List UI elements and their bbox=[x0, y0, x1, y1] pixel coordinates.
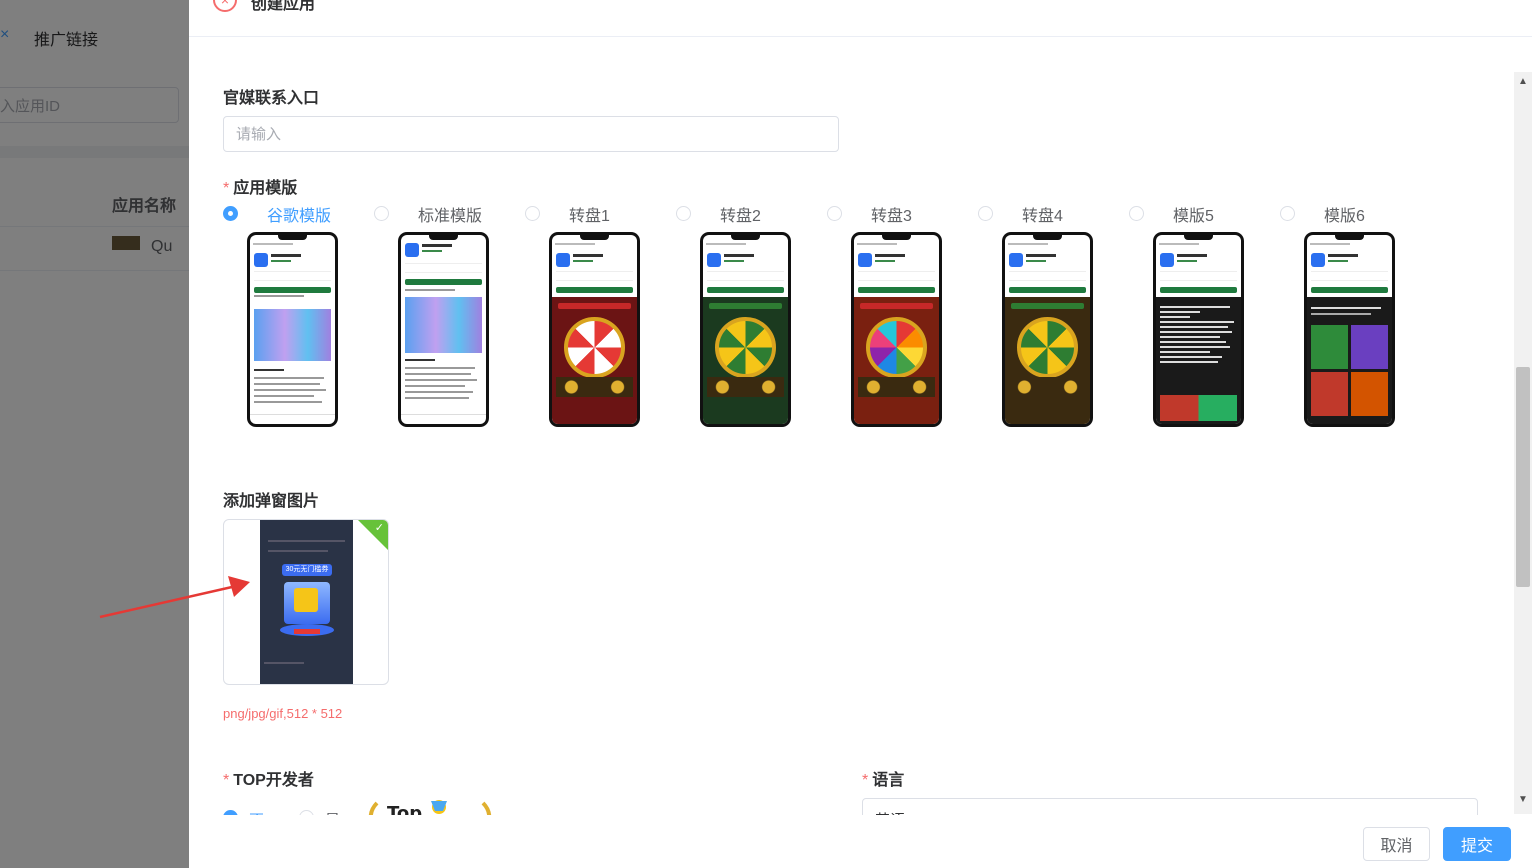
close-icon[interactable]: × bbox=[213, 0, 237, 12]
contact-entry-input[interactable] bbox=[224, 117, 838, 151]
drawer-title: 创建应用 bbox=[251, 0, 316, 13]
template-preview-wheel-1[interactable] bbox=[549, 232, 640, 427]
template-preview-wheel-2[interactable] bbox=[700, 232, 791, 427]
drawer-body: 官媒联系入口 *应用模版 谷歌模版 bbox=[189, 37, 1515, 815]
template-option-wheel-4[interactable]: 转盘4 bbox=[978, 202, 1128, 432]
template-label-wheel-3: 转盘3 bbox=[871, 208, 912, 225]
template-label: * 应用模版 bbox=[223, 174, 297, 198]
template-option-standard[interactable]: 标准模版 bbox=[374, 202, 524, 432]
contact-entry-field[interactable] bbox=[223, 116, 839, 152]
template-label-standard: 标准模版 bbox=[418, 208, 483, 225]
required-mark: * bbox=[223, 772, 230, 789]
radio-template-6[interactable] bbox=[1280, 206, 1295, 221]
drawer-scrollbar[interactable]: ▲ ▼ bbox=[1514, 72, 1532, 814]
language-select[interactable]: 英语 ⌄ bbox=[862, 798, 1478, 815]
template-radio-group: 谷歌模版 标准模版 转盘1 转盘2 转盘3 转盘4 模版5 模版6 bbox=[223, 202, 1423, 432]
popup-image-preview: 30元无门槛券 bbox=[260, 520, 353, 684]
radio-standard[interactable] bbox=[374, 206, 389, 221]
language-label: * 语言 bbox=[862, 766, 904, 790]
template-preview-google[interactable] bbox=[247, 232, 338, 427]
template-option-wheel-3[interactable]: 转盘3 bbox=[827, 202, 977, 432]
template-label-wheel-4: 转盘4 bbox=[1022, 208, 1063, 225]
template-preview-wheel-3[interactable] bbox=[851, 232, 942, 427]
check-icon: ✓ bbox=[374, 522, 384, 534]
template-preview-standard[interactable] bbox=[398, 232, 489, 427]
scroll-down-arrow-icon[interactable]: ▼ bbox=[1518, 794, 1528, 805]
required-mark: * bbox=[862, 772, 869, 789]
create-app-drawer: × 创建应用 官媒联系入口 *应用模版 谷歌模版 bbox=[189, 0, 1532, 868]
drawer-header: × 创建应用 bbox=[189, 0, 1532, 37]
template-preview-wheel-4[interactable] bbox=[1002, 232, 1093, 427]
language-label-text: 语言 bbox=[872, 772, 905, 789]
template-label-6: 模版6 bbox=[1324, 208, 1365, 225]
popup-banner-text: 30元无门槛券 bbox=[282, 564, 332, 576]
radio-template-5[interactable] bbox=[1129, 206, 1144, 221]
top-developer-label-text: TOP开发者 bbox=[233, 772, 314, 789]
top-developer-badge: Top bbox=[367, 799, 493, 815]
cancel-button[interactable]: 取消 bbox=[1363, 827, 1430, 861]
template-option-wheel-2[interactable]: 转盘2 bbox=[676, 202, 826, 432]
scrollbar-thumb[interactable] bbox=[1516, 367, 1530, 587]
template-label-wheel-2: 转盘2 bbox=[720, 208, 761, 225]
radio-wheel-1[interactable] bbox=[525, 206, 540, 221]
radio-wheel-3[interactable] bbox=[827, 206, 842, 221]
radio-google[interactable] bbox=[223, 206, 238, 221]
required-mark: * bbox=[223, 180, 230, 197]
template-preview-6[interactable] bbox=[1304, 232, 1395, 427]
template-label-google: 谷歌模版 bbox=[267, 208, 332, 225]
top-developer-label: * TOP开发者 bbox=[223, 766, 314, 790]
popup-image-hint: png/jpg/gif,512 * 512 bbox=[223, 706, 343, 721]
template-option-wheel-1[interactable]: 转盘1 bbox=[525, 202, 675, 432]
template-label-5: 模版5 bbox=[1173, 208, 1214, 225]
laurel-icon bbox=[368, 800, 492, 815]
top-badge-text: Top bbox=[387, 803, 423, 815]
submit-button[interactable]: 提交 bbox=[1443, 827, 1511, 861]
template-option-5[interactable]: 模版5 bbox=[1129, 202, 1279, 432]
popup-image-label: 添加弹窗图片 bbox=[223, 493, 320, 510]
upload-success-badge bbox=[357, 520, 388, 551]
template-option-6[interactable]: 模版6 bbox=[1280, 202, 1430, 432]
radio-wheel-2[interactable] bbox=[676, 206, 691, 221]
popup-image-upload[interactable]: 30元无门槛券 ✓ bbox=[223, 519, 389, 685]
template-label-text: 应用模版 bbox=[233, 180, 298, 197]
template-preview-5[interactable] bbox=[1153, 232, 1244, 427]
radio-wheel-4[interactable] bbox=[978, 206, 993, 221]
chevron-down-icon: ⌄ bbox=[1454, 807, 1465, 815]
template-label-wheel-1: 转盘1 bbox=[569, 208, 610, 225]
scroll-up-arrow-icon[interactable]: ▲ bbox=[1518, 76, 1528, 87]
contact-entry-label: 官媒联系入口 bbox=[223, 90, 320, 107]
template-option-google[interactable]: 谷歌模版 bbox=[223, 202, 373, 432]
drawer-footer: 取消 提交 bbox=[189, 815, 1532, 868]
